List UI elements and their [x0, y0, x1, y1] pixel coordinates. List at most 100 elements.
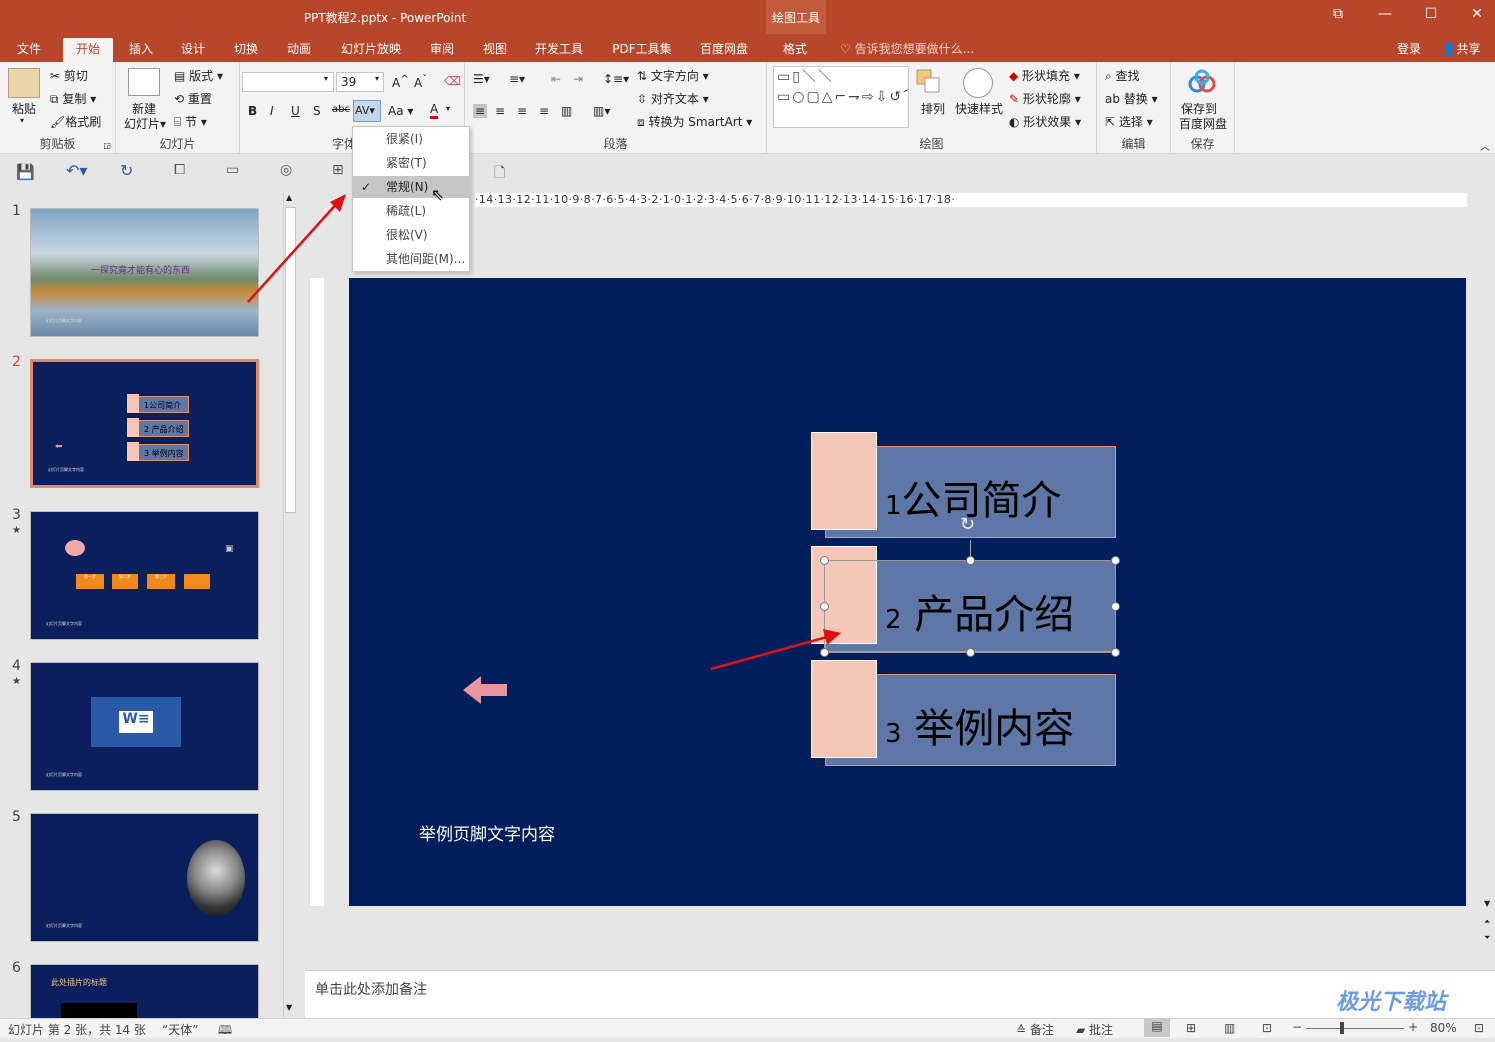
text-direction-button[interactable]: ⇅ 文字方向 ▾: [637, 67, 709, 84]
resize-handle[interactable]: [1111, 556, 1120, 565]
tab-format[interactable]: 格式: [772, 38, 818, 62]
shadow-icon[interactable]: S: [313, 104, 321, 118]
smartart-button[interactable]: ⧈ 转换为 SmartArt ▾: [637, 113, 752, 130]
tab-developer[interactable]: 开发工具: [528, 38, 590, 62]
scroll-down-icon[interactable]: ▼: [286, 1003, 292, 1012]
slide-thumb-3[interactable]: ▣ 第一步 第二步 第三步 幻灯片页脚文字内容: [30, 511, 259, 640]
tab-review[interactable]: 审阅: [421, 38, 463, 62]
textbox-icon[interactable]: ▭: [226, 162, 239, 178]
clear-format-icon[interactable]: ⌫: [444, 74, 461, 88]
sorter-view-icon[interactable]: ⊞: [1186, 1021, 1196, 1035]
tab-baidu[interactable]: 百度网盘: [692, 38, 756, 62]
save-to-line2[interactable]: 百度网盘: [1179, 115, 1227, 132]
zoom-out-icon[interactable]: −: [1292, 1020, 1302, 1034]
zoom-slider[interactable]: [1306, 1028, 1404, 1029]
bold-icon[interactable]: B: [248, 104, 257, 118]
slideshow-view-icon[interactable]: ⊡: [1262, 1021, 1272, 1035]
normal-view-icon[interactable]: ▤: [1144, 1019, 1170, 1037]
new-slide-icon[interactable]: [128, 68, 160, 96]
slideshow-icon[interactable]: ⊞: [332, 162, 344, 178]
tab-transitions[interactable]: 切换: [225, 38, 267, 62]
save-icon[interactable]: 💾: [16, 163, 35, 181]
bullets-icon[interactable]: ☰▾: [473, 72, 490, 86]
resize-handle[interactable]: [820, 602, 829, 611]
tab-design[interactable]: 设计: [172, 38, 214, 62]
tab-slideshow[interactable]: 幻灯片放映: [333, 38, 409, 62]
font-name-dropdown-icon[interactable]: ▾: [324, 74, 328, 83]
left-arrow-shape[interactable]: [463, 676, 509, 704]
shape-outline-button[interactable]: ✎ 形状轮廓 ▾: [1009, 90, 1081, 107]
tab-file[interactable]: 文件: [8, 38, 50, 62]
zoom-in-icon[interactable]: +: [1408, 1020, 1418, 1034]
tell-me-box[interactable]: ♡ 告诉我您想要做什么...: [840, 38, 990, 62]
cut-button[interactable]: ✂ 剪切: [50, 67, 88, 84]
paste-button[interactable]: 粘贴: [12, 100, 36, 117]
resize-handle[interactable]: [820, 556, 829, 565]
slide-thumb-5[interactable]: 幻灯片页脚文字内容: [30, 813, 259, 942]
spacing-tight[interactable]: 紧密(T): [353, 152, 469, 174]
layout-button[interactable]: ▤ 版式 ▾: [174, 67, 223, 84]
spacing-very-tight[interactable]: 很紧(I): [353, 128, 469, 150]
tab-view[interactable]: 视图: [474, 38, 516, 62]
spell-check-icon[interactable]: 🕮: [218, 1021, 232, 1042]
font-size-dropdown-icon[interactable]: ▾: [375, 74, 379, 83]
align-text-button[interactable]: ⇳ 对齐文本 ▾: [637, 90, 709, 107]
arrange-button[interactable]: 排列: [921, 100, 945, 117]
justify-icon[interactable]: ≡: [539, 104, 549, 118]
login-link[interactable]: 登录: [1392, 38, 1426, 62]
slide-thumb-2[interactable]: 1公司简介 2 产品介绍 3 举例内容 ⬅ 幻灯片页脚文字内容: [30, 359, 259, 488]
zoom-level[interactable]: 80%: [1430, 1021, 1457, 1035]
underline-icon[interactable]: U: [291, 104, 300, 118]
close-button[interactable]: ✕: [1467, 6, 1487, 26]
numbering-icon[interactable]: ≡▾: [509, 72, 525, 86]
tab-insert[interactable]: 插入: [120, 38, 162, 62]
paste-dropdown-icon[interactable]: ▾: [20, 116, 24, 125]
maximize-button[interactable]: ☐: [1421, 6, 1441, 26]
decrease-indent-icon[interactable]: ⇤: [551, 72, 561, 86]
thumb-scrollbar[interactable]: ▲ ▼: [283, 193, 297, 1017]
slide-thumb-6[interactable]: 此处插片的标题: [30, 964, 259, 1019]
tab-pdf-tools[interactable]: PDF工具集: [604, 38, 680, 62]
align-center-icon[interactable]: ≡: [495, 104, 505, 118]
item-square[interactable]: [811, 432, 877, 530]
slide-footer[interactable]: 举例页脚文字内容: [419, 820, 555, 845]
comments-button[interactable]: ▰ 批注: [1076, 1021, 1113, 1038]
shape-icon[interactable]: ◎: [280, 162, 292, 178]
next-slide-icon[interactable]: ⏷: [1484, 933, 1490, 943]
spacing-normal[interactable]: ✓ 常规(N): [353, 176, 469, 198]
slide-canvas[interactable]: 1公司简介 2 产品介绍 ↻ 3 举例内容 举例页脚文字内容: [349, 278, 1466, 906]
reading-view-icon[interactable]: ▥: [1224, 1021, 1235, 1035]
italic-icon[interactable]: I: [270, 104, 274, 118]
editor-scrollbar[interactable]: ▼ ⏶ ⏷: [1482, 211, 1495, 970]
rotate-handle-icon[interactable]: ↻: [960, 514, 975, 535]
shape-effects-button[interactable]: ◐ 形状效果 ▾: [1009, 113, 1081, 130]
font-name-input[interactable]: [242, 72, 334, 92]
baidu-cloud-icon[interactable]: [1187, 68, 1217, 96]
slide-thumb-1[interactable]: 一探究竟才能有心的东西 幻灯片页脚文字内容: [30, 208, 259, 337]
replace-button[interactable]: ab 替换 ▾: [1105, 90, 1158, 107]
section-button[interactable]: ⌸ 节 ▾: [174, 113, 207, 130]
minimize-button[interactable]: —: [1375, 6, 1395, 26]
shapes-gallery[interactable]: ▭▯＼＼▭○▢△⌐⇁⇨⇩↺⌒⌢{}: [773, 66, 909, 128]
redo-icon[interactable]: ↻: [120, 161, 133, 180]
resize-handle[interactable]: [1111, 602, 1120, 611]
fit-window-icon[interactable]: ⊡: [1474, 1021, 1484, 1035]
char-spacing-button[interactable]: AV▾: [353, 100, 381, 122]
resize-handle[interactable]: [966, 648, 975, 657]
spacing-more[interactable]: 其他间距(M)...: [353, 248, 469, 270]
present-icon[interactable]: ⧠: [174, 162, 185, 178]
font-color-icon[interactable]: A: [430, 102, 439, 119]
resize-handle[interactable]: [1111, 648, 1120, 657]
collapse-ribbon-icon[interactable]: ︿: [1480, 138, 1490, 153]
copy-button[interactable]: ⧉ 复制 ▾: [50, 90, 96, 107]
align-right-icon[interactable]: ≡: [517, 104, 527, 118]
undo-icon[interactable]: ↶▾: [66, 161, 87, 180]
grow-font-icon[interactable]: A^: [392, 74, 409, 90]
spacing-very-loose[interactable]: 很松(V): [353, 224, 469, 246]
shrink-font-icon[interactable]: Aˇ: [414, 74, 427, 90]
reset-button[interactable]: ⟲ 重置: [174, 90, 212, 107]
resize-handle[interactable]: [966, 556, 975, 565]
shape-fill-button[interactable]: ◆ 形状填充 ▾: [1009, 67, 1080, 84]
columns-icon[interactable]: ▥▾: [593, 104, 610, 118]
share-button[interactable]: 👤共享: [1436, 38, 1486, 62]
